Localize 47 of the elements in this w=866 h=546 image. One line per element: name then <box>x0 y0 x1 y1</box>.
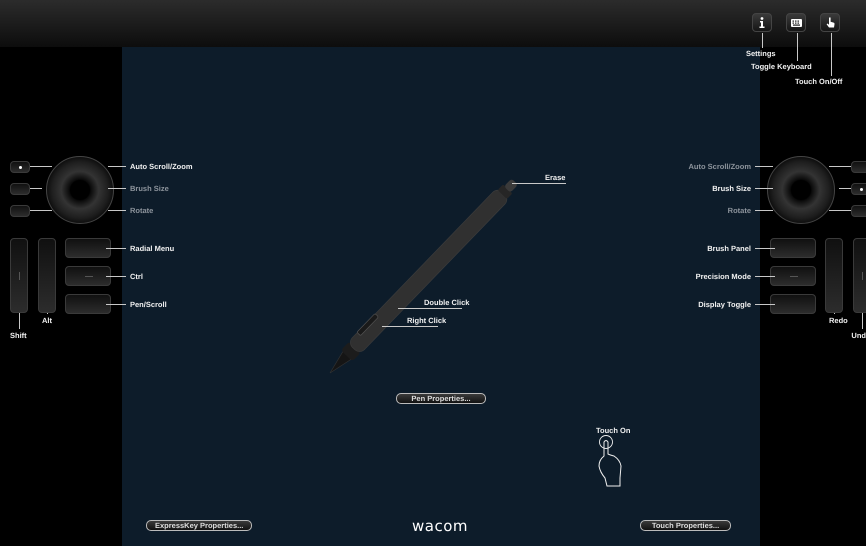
leader-line <box>755 304 775 305</box>
leader-line <box>755 166 773 167</box>
leader-line <box>106 304 126 305</box>
leader-line <box>797 33 798 61</box>
express-key[interactable] <box>10 238 28 313</box>
leader-line <box>829 210 851 211</box>
leader-line <box>862 313 863 329</box>
leader-line <box>382 326 438 327</box>
leader-line <box>30 166 52 167</box>
indicator-dot <box>860 188 862 190</box>
leader-line <box>30 210 52 211</box>
leader-line <box>108 166 126 167</box>
express-key[interactable] <box>65 238 111 258</box>
leader-line <box>755 210 773 211</box>
leader-line <box>108 188 126 189</box>
leader-line <box>106 276 126 277</box>
leader-line <box>398 308 462 309</box>
leader-line <box>30 188 42 189</box>
touch-toggle-button[interactable] <box>820 13 840 32</box>
express-key[interactable] <box>853 238 866 313</box>
leader-line <box>755 188 773 189</box>
leader-line <box>108 210 126 211</box>
keyboard-icon <box>790 18 802 26</box>
indicator-dot <box>18 166 22 168</box>
settings-button[interactable] <box>752 13 772 32</box>
express-key[interactable] <box>65 294 111 314</box>
express-key[interactable] <box>65 266 111 286</box>
ring-mode-button[interactable] <box>851 183 866 195</box>
keyboard-button[interactable] <box>786 13 806 32</box>
pointing-hand-icon <box>826 17 834 28</box>
leader-line <box>19 313 20 329</box>
leader-line <box>831 33 832 76</box>
express-key[interactable] <box>770 294 816 314</box>
express-key[interactable] <box>38 238 56 313</box>
leader-line <box>755 248 775 249</box>
ring-mode-button[interactable] <box>10 161 30 173</box>
leader-line <box>106 248 126 249</box>
info-icon <box>759 17 765 28</box>
express-key[interactable] <box>770 266 816 286</box>
leader-line <box>762 33 763 48</box>
brand-logo: wacom <box>412 518 468 534</box>
express-key[interactable] <box>770 238 816 258</box>
leader-line <box>512 183 566 184</box>
leader-line <box>755 276 775 277</box>
leader-line <box>829 166 851 167</box>
leader-line <box>839 188 851 189</box>
express-key[interactable] <box>825 238 843 313</box>
